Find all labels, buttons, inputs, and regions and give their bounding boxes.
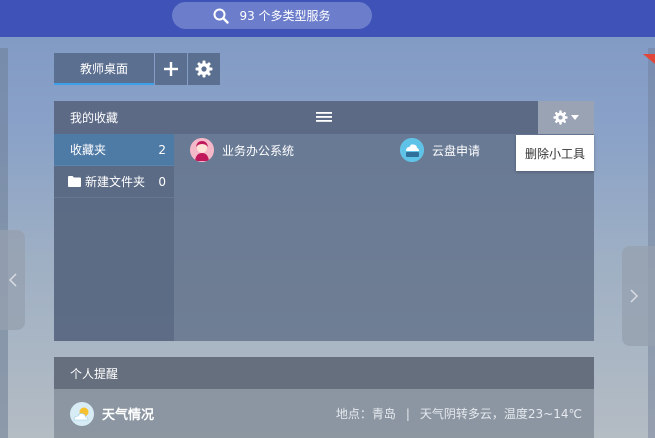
sidebar-item-count: 2: [158, 142, 166, 157]
sidebar-item-new-folder[interactable]: 新建文件夹 0: [54, 166, 174, 198]
chevron-right-icon: [630, 289, 638, 303]
drag-handle-icon[interactable]: [316, 112, 332, 122]
gear-icon: [553, 110, 568, 125]
weather-separator: |: [405, 406, 410, 421]
tab-settings-button[interactable]: [188, 53, 220, 85]
reminder-widget: 个人提醒 天气情况 地点：青岛 | 天气阴转多云，温度23~14℃: [54, 357, 594, 438]
favorite-cloud-disk[interactable]: 云盘申请: [400, 138, 480, 162]
folder-icon: [68, 176, 81, 187]
caret-down-icon: [571, 114, 579, 120]
favorite-label: 业务办公系统: [222, 143, 295, 158]
top-bar: 93 个多类型服务: [0, 0, 655, 37]
sidebar-item-name: 新建文件夹: [68, 173, 145, 190]
cloud-disk-icon: [400, 138, 424, 162]
reminder-header: 个人提醒: [54, 357, 594, 389]
favorites-title: 我的收藏: [70, 111, 119, 125]
weather-title-label: 天气情况: [102, 408, 155, 423]
weather-row[interactable]: 天气情况 地点：青岛 | 天气阴转多云，温度23~14℃: [54, 389, 594, 438]
favorites-widget: 我的收藏 收藏夹 2 新建文件夹 0 业务办公系统 云盘申请: [54, 101, 594, 341]
add-tab-button[interactable]: [155, 53, 187, 85]
weather-title: 天气情况: [70, 401, 155, 426]
right-edge-strip: [648, 48, 655, 438]
chevron-left-icon: [9, 273, 17, 287]
corner-flag: [643, 54, 655, 64]
sidebar-item-count: 0: [158, 174, 166, 189]
favorite-office-system[interactable]: 业务办公系统: [190, 138, 294, 162]
favorites-sidebar: 收藏夹 2 新建文件夹 0: [54, 134, 174, 341]
reminder-title: 个人提醒: [70, 366, 119, 381]
search-label: 93 个多类型服务: [239, 9, 331, 23]
favorite-label: 云盘申请: [432, 143, 481, 158]
next-page-button[interactable]: [622, 246, 655, 346]
tab-teacher-desktop[interactable]: 教师桌面: [54, 53, 154, 85]
gear-icon: [195, 60, 213, 78]
plus-icon: [164, 62, 178, 76]
weather-cloud-sun-icon: [70, 401, 94, 426]
delete-widget-menu-item[interactable]: 删除小工具: [516, 135, 594, 171]
weather-info: 地点：青岛 | 天气阴转多云，温度23~14℃: [336, 405, 582, 422]
weather-forecast: 天气阴转多云，温度23~14℃: [419, 407, 582, 421]
desktop-tabs: 教师桌面: [54, 53, 220, 85]
office-user-icon: [190, 138, 214, 162]
widget-settings-button[interactable]: [538, 101, 594, 134]
sidebar-item-label: 新建文件夹: [85, 175, 146, 189]
sidebar-item-favorites[interactable]: 收藏夹 2: [54, 134, 174, 166]
weather-location: 地点：青岛: [335, 407, 396, 421]
search-icon: [213, 8, 230, 24]
sidebar-item-label: 收藏夹: [70, 143, 107, 157]
service-search-button[interactable]: 93 个多类型服务: [172, 2, 372, 29]
favorites-header: 我的收藏: [54, 101, 594, 134]
prev-page-button[interactable]: [0, 230, 25, 330]
